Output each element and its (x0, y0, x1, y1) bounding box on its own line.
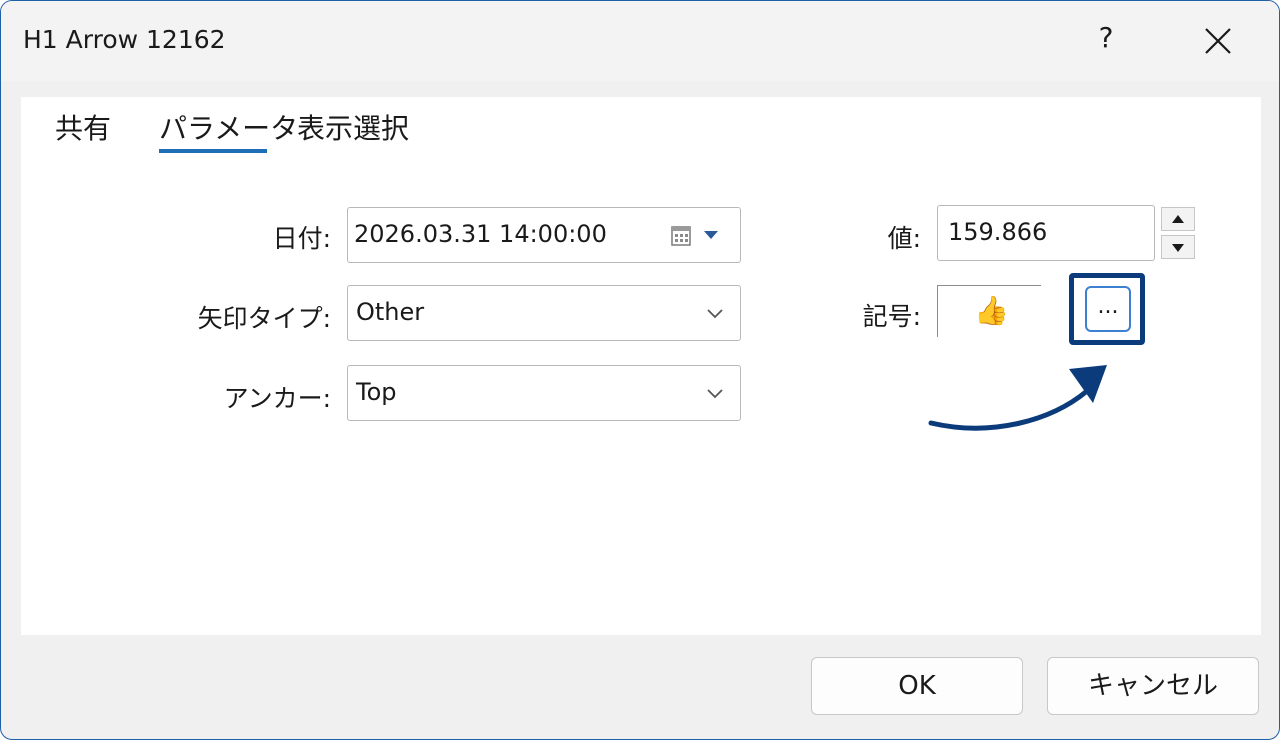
dropdown-arrow-icon (704, 231, 718, 239)
annotation-arrow-icon (928, 365, 1107, 431)
tab-common[interactable]: 共有 (55, 107, 111, 147)
tab-parameters[interactable]: パラメータ (159, 107, 298, 147)
price-spin-up[interactable] (1161, 207, 1195, 231)
close-icon (1205, 28, 1231, 54)
chevron-down-icon (707, 389, 723, 399)
dialog-window: H1 Arrow 12162 ? 共有 パラメータ 表示選択 日付: 2026.… (0, 0, 1280, 740)
thumbs-up-icon: 👍 (974, 294, 1009, 327)
date-picker[interactable]: 2026.03.31 14:00:00 (347, 207, 741, 263)
close-button[interactable] (1196, 19, 1240, 63)
active-tab-indicator (159, 149, 267, 153)
arrow-type-value: Other (356, 298, 425, 326)
arrow-type-select[interactable]: Other (347, 285, 741, 341)
anchor-select[interactable]: Top (347, 365, 741, 421)
anchor-label: アンカー: (223, 384, 331, 413)
symbol-preview: 👍 (937, 285, 1041, 337)
arrow-type-label: 矢印タイプ: (197, 304, 331, 333)
symbol-browse-button[interactable]: ... (1085, 286, 1131, 332)
ok-button[interactable]: OK (811, 657, 1023, 715)
triangle-down-icon (1172, 244, 1184, 252)
price-spin-down[interactable] (1161, 235, 1195, 259)
title-bar: H1 Arrow 12162 ? (1, 1, 1279, 81)
anchor-value: Top (356, 378, 397, 406)
window-title: H1 Arrow 12162 (23, 25, 226, 54)
help-button[interactable]: ? (1086, 15, 1126, 61)
calendar-icon (671, 226, 691, 246)
date-value: 2026.03.31 14:00:00 (354, 220, 607, 248)
price-value: 159.866 (948, 218, 1048, 246)
chevron-down-icon (707, 309, 723, 319)
date-label: 日付: (272, 224, 331, 253)
parameters-panel: 共有 パラメータ 表示選択 日付: 2026.03.31 14:00:00 矢印… (21, 97, 1261, 635)
price-input[interactable]: 159.866 (937, 205, 1155, 261)
symbol-label: 記号: (862, 302, 921, 331)
tab-visibility[interactable]: 表示選択 (297, 107, 409, 147)
price-label: 値: (887, 224, 921, 253)
cancel-button[interactable]: キャンセル (1047, 657, 1259, 715)
triangle-up-icon (1172, 215, 1184, 223)
symbol-browse-highlight: ... (1069, 273, 1145, 345)
